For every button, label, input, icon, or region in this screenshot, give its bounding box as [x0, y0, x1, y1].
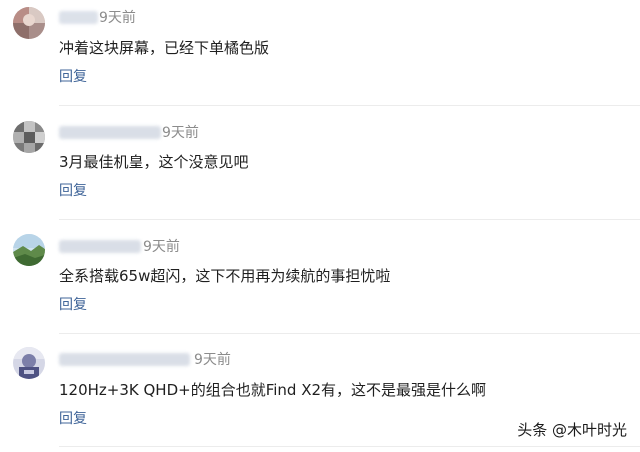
comment-time: 9天前 — [194, 352, 231, 368]
divider — [59, 219, 640, 220]
comment-text: 120Hz+3K QHD+的组合也就Find X2有，这不是最强是什么啊 — [59, 381, 487, 399]
comment-time: 9天前 — [143, 239, 180, 255]
avatar-image — [13, 7, 45, 39]
avatar[interactable] — [13, 121, 45, 153]
username-redacted[interactable] — [59, 11, 98, 24]
reply-button[interactable]: 回复 — [59, 297, 87, 313]
watermark: 头条 @木叶时光 — [517, 421, 627, 439]
comment-time: 9天前 — [162, 125, 199, 141]
reply-button[interactable]: 回复 — [59, 69, 87, 85]
comment-item: 9天前 3月最佳机皇，这个没意见吧 回复 — [0, 114, 640, 226]
divider — [59, 105, 640, 106]
username-redacted[interactable] — [59, 353, 190, 366]
username-redacted[interactable] — [59, 126, 161, 139]
comment-text: 冲着这块屏幕，已经下单橘色版 — [59, 39, 270, 57]
reply-button[interactable]: 回复 — [59, 183, 87, 199]
avatar[interactable] — [13, 234, 45, 266]
avatar-image — [13, 121, 45, 153]
divider — [59, 446, 640, 447]
avatar-image — [13, 347, 45, 379]
username-redacted[interactable] — [59, 240, 141, 253]
comment-text: 全系搭载65w超闪，这下不用再为续航的事担忧啦 — [59, 267, 391, 285]
comment-time: 9天前 — [99, 10, 136, 26]
divider — [59, 333, 640, 334]
comment-item: 9天前 全系搭载65w超闪，这下不用再为续航的事担忧啦 回复 — [0, 227, 640, 339]
reply-button[interactable]: 回复 — [59, 411, 87, 427]
avatar-image — [13, 234, 45, 266]
avatar[interactable] — [13, 347, 45, 379]
comment-item: 9天前 冲着这块屏幕，已经下单橘色版 回复 — [0, 0, 640, 112]
avatar[interactable] — [13, 7, 45, 39]
comment-text: 3月最佳机皇，这个没意见吧 — [59, 153, 249, 171]
